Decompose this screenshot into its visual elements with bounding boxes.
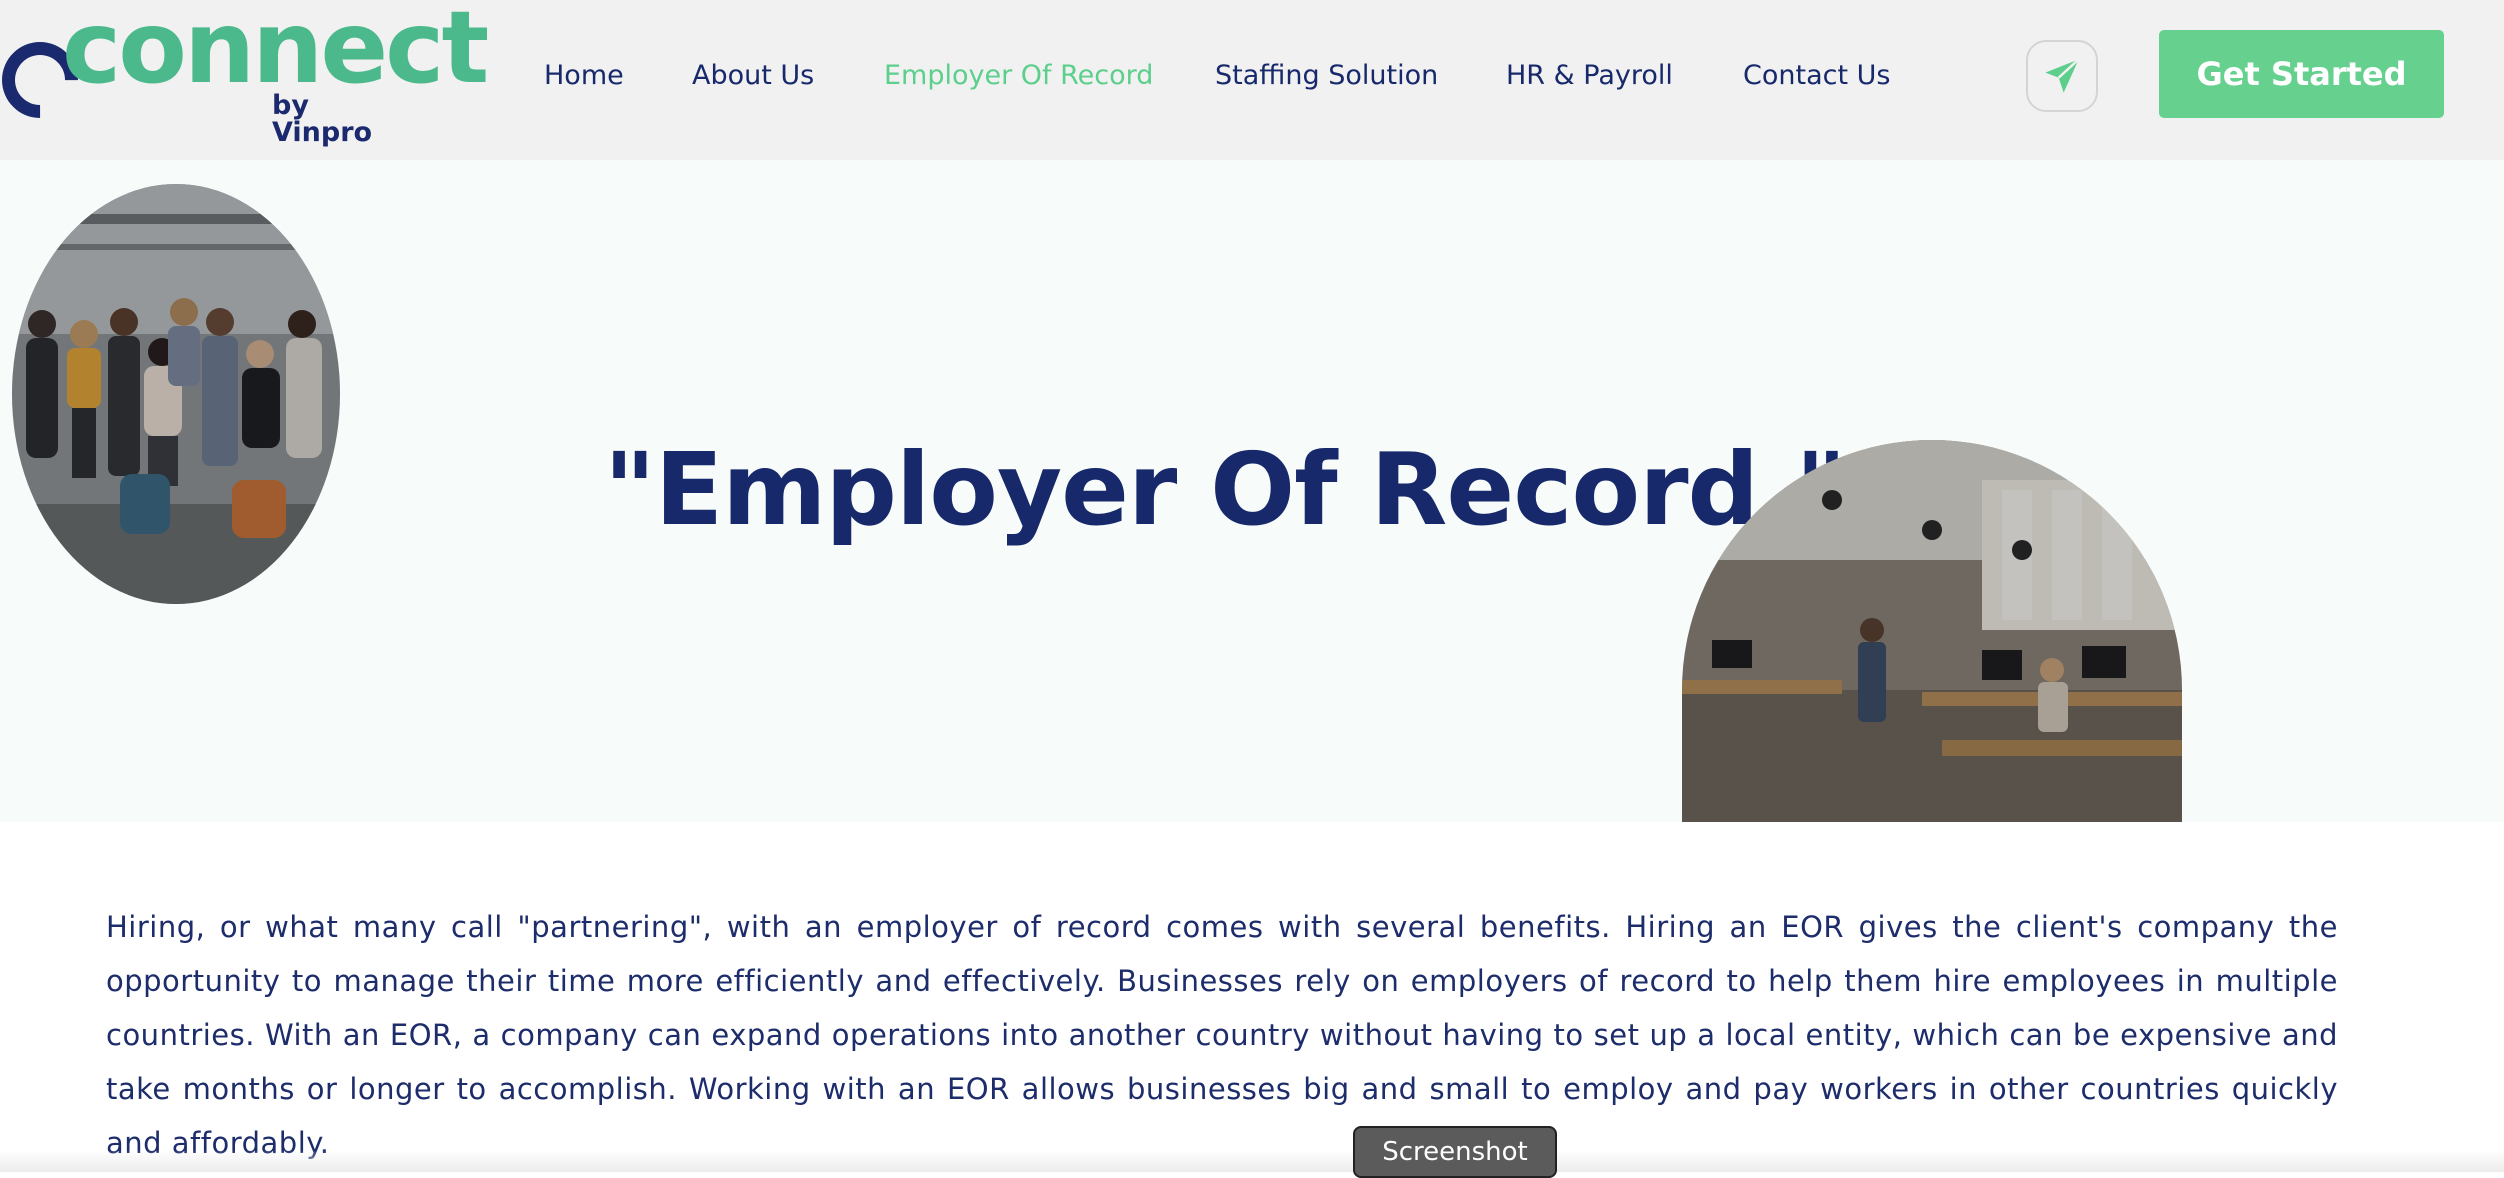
send-message-button[interactable] [2026,40,2098,112]
logo[interactable]: connect by Vinpro [0,0,489,146]
nav-staffing-solution[interactable]: Staffing Solution [1215,56,1438,96]
logo-wordmark: connect [62,0,489,106]
nav-contact-us[interactable]: Contact Us [1743,56,1890,96]
hero-section: "Employer Of Record." [0,160,2504,822]
intro-paragraph: Hiring, or what many call "partnering", … [106,900,2338,1170]
logo-tagline: by Vinpro [272,90,373,148]
site-header: connect by Vinpro Home About Us Employer… [0,0,2504,160]
screenshot-tooltip: Screenshot [1353,1126,1557,1178]
body-text: Hiring, or what many call "partnering", … [106,910,2338,1160]
nav-about-us[interactable]: About Us [692,56,814,96]
paper-plane-icon [2045,58,2080,93]
nav-hr-payroll[interactable]: HR & Payroll [1506,56,1673,96]
nav-home[interactable]: Home [544,56,624,96]
bottom-fade [0,1150,2504,1172]
nav-employer-of-record[interactable]: Employer Of Record [884,56,1153,96]
get-started-button[interactable]: Get Started [2159,30,2444,118]
